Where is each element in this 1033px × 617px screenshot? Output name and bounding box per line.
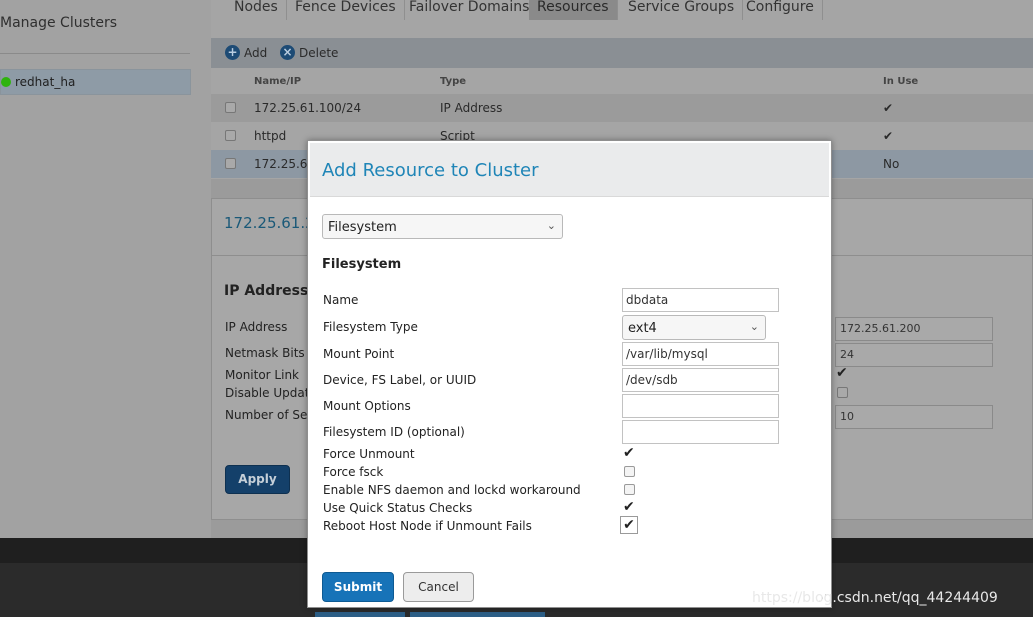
sidebar-item-cluster[interactable]: redhat_ha	[0, 69, 191, 95]
label-filesystem-type: Filesystem Type	[323, 320, 418, 334]
label-device: Device, FS Label, or UUID	[323, 373, 477, 387]
plus-circle-icon: +	[225, 45, 240, 60]
label-reboot-host: Reboot Host Node if Unmount Fails	[323, 519, 532, 533]
filesystem-type-value: ext4	[628, 321, 657, 336]
row-checkbox[interactable]	[225, 130, 236, 141]
cluster-label: redhat_ha	[15, 75, 76, 89]
cell-name: 172.25.61	[254, 157, 316, 171]
delete-button[interactable]: × Delete	[280, 45, 338, 60]
cancel-button[interactable]: Cancel	[403, 572, 474, 602]
x-circle-icon: ×	[280, 45, 295, 60]
footer-strip	[315, 612, 405, 617]
ip-address-field[interactable]: 172.25.61.200	[835, 317, 993, 341]
label-ip-address: IP Address	[225, 320, 288, 334]
label-netmask: Netmask Bits (c	[225, 346, 320, 360]
detail-title: 172.25.61.2	[224, 214, 315, 232]
monitor-link-checkbox[interactable]: ✔	[836, 365, 848, 381]
mount-point-input[interactable]	[622, 342, 779, 366]
cell-name: 172.25.61.100/24	[254, 101, 362, 115]
label-mount-point: Mount Point	[323, 347, 395, 361]
filesystem-type-select[interactable]: ext4 ⌄	[622, 315, 766, 340]
cell-in-use: No	[883, 157, 900, 171]
footer-strip	[410, 612, 545, 617]
column-header-name: Name/IP	[254, 76, 302, 87]
sidebar: Manage Clusters redhat_ha	[0, 0, 211, 538]
dialog-title: Add Resource to Cluster	[322, 160, 539, 181]
label-filesystem-id: Filesystem ID (optional)	[323, 425, 465, 439]
tab-service-groups[interactable]: Service Groups	[620, 0, 744, 20]
resource-type-value: Filesystem	[328, 220, 397, 235]
delete-label: Delete	[299, 45, 339, 60]
label-mount-options: Mount Options	[323, 399, 411, 413]
force-fsck-checkbox[interactable]	[624, 466, 635, 477]
chevron-down-icon: ⌄	[546, 219, 556, 232]
seconds-field[interactable]: 10	[835, 405, 993, 429]
force-unmount-checkbox[interactable]: ✔	[623, 446, 635, 460]
table-row[interactable]: 172.25.61.100/24 IP Address ✔	[211, 94, 1033, 122]
sidebar-title: Manage Clusters	[0, 15, 118, 31]
tab-configure[interactable]: Configure	[738, 0, 823, 20]
label-disable-updates: Disable Update	[225, 386, 317, 400]
reboot-host-checkbox[interactable]: ✔	[620, 516, 638, 534]
resources-toolbar: + Add × Delete	[211, 38, 1033, 68]
add-label: Add	[244, 45, 268, 60]
row-checkbox[interactable]	[225, 158, 236, 169]
name-input[interactable]	[622, 288, 779, 312]
filesystem-id-input[interactable]	[622, 420, 779, 444]
label-seconds: Number of Sec	[225, 408, 314, 422]
tab-bar: Nodes Fence Devices Failover Domains Res…	[211, 0, 1033, 38]
row-checkbox[interactable]	[225, 102, 236, 113]
chevron-down-icon: ⌄	[749, 320, 759, 333]
add-resource-dialog: Add Resource to Cluster Filesystem ⌄ Fil…	[307, 140, 832, 608]
label-quick-status: Use Quick Status Checks	[323, 501, 473, 515]
column-header-in-use: In Use	[883, 76, 919, 87]
tab-failover-domains[interactable]: Failover Domains	[401, 0, 539, 20]
tab-fence-devices[interactable]: Fence Devices	[287, 0, 405, 20]
mount-options-input[interactable]	[622, 394, 779, 418]
device-input[interactable]	[622, 368, 779, 392]
form-section-title: Filesystem	[322, 257, 402, 272]
label-force-unmount: Force Unmount	[323, 447, 415, 461]
sidebar-divider	[0, 53, 190, 54]
label-name: Name	[323, 293, 359, 307]
add-button[interactable]: + Add	[225, 45, 267, 60]
in-use-check-icon: ✔	[883, 101, 894, 115]
quick-status-checkbox[interactable]: ✔	[623, 500, 635, 514]
resource-type-select[interactable]: Filesystem ⌄	[322, 214, 563, 239]
label-monitor-link: Monitor Link	[225, 368, 300, 382]
cell-type: IP Address	[440, 101, 503, 115]
watermark: https://blog.csdn.net/qq_44244409	[752, 590, 998, 606]
column-header-type: Type	[440, 76, 467, 87]
cell-name: httpd	[254, 129, 287, 143]
disable-updates-checkbox[interactable]	[837, 387, 848, 398]
detail-section-title: IP Address	[224, 283, 309, 299]
tab-nodes[interactable]: Nodes	[226, 0, 287, 20]
submit-button[interactable]: Submit	[322, 572, 394, 602]
label-nfs-workaround: Enable NFS daemon and lockd workaround	[323, 483, 581, 497]
dialog-header: Add Resource to Cluster	[310, 143, 829, 197]
netmask-field[interactable]: 24	[835, 343, 993, 367]
nfs-workaround-checkbox[interactable]	[624, 484, 635, 495]
label-force-fsck: Force fsck	[323, 465, 384, 479]
in-use-check-icon: ✔	[883, 129, 894, 143]
status-online-icon	[1, 77, 11, 87]
apply-button[interactable]: Apply	[225, 465, 290, 494]
tab-resources[interactable]: Resources	[529, 0, 618, 20]
